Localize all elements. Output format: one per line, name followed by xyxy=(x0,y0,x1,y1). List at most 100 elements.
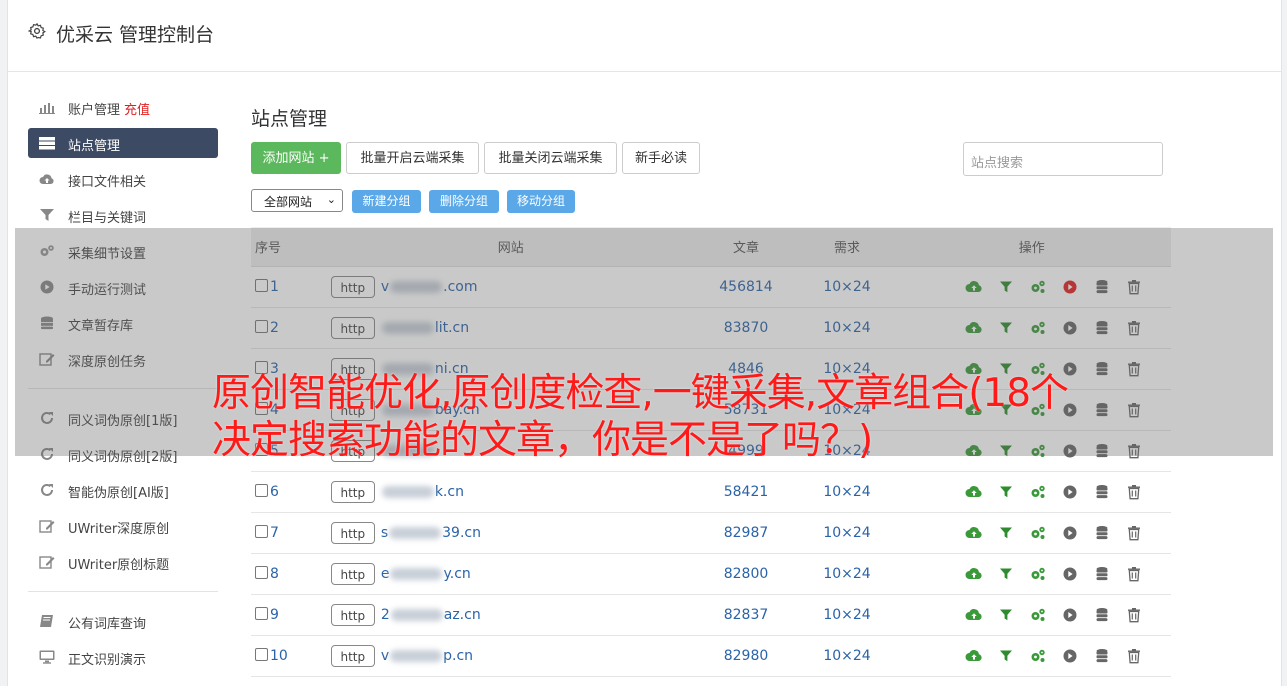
database-icon[interactable] xyxy=(1093,606,1111,624)
cogs-icon[interactable] xyxy=(1029,524,1047,542)
site-search-input[interactable]: 站点搜索 xyxy=(963,142,1163,176)
demand-value[interactable]: 10×24 xyxy=(801,471,893,513)
site-cell: http 2 az.cn xyxy=(330,594,691,636)
http-badge[interactable]: http xyxy=(330,522,375,544)
row-number: 10 xyxy=(270,648,288,664)
domain-prefix: s xyxy=(380,525,389,541)
ops-cell xyxy=(892,553,1171,595)
cloud-upload-icon[interactable] xyxy=(965,647,983,665)
sidebar-item[interactable]: 智能伪原创[AI版] xyxy=(28,475,218,505)
cloud-upload-icon[interactable] xyxy=(965,565,983,583)
batch-close-cloud-button[interactable]: 批量关闭云端采集 xyxy=(484,142,617,174)
cogs-icon[interactable] xyxy=(1029,565,1047,583)
sidebar-item[interactable]: 栏目与关键词 xyxy=(28,200,218,230)
sidebar-item[interactable]: 站点管理 xyxy=(28,128,218,158)
domain-prefix: e xyxy=(380,566,390,582)
trash-icon[interactable] xyxy=(1125,606,1143,624)
article-count[interactable]: 82987 xyxy=(690,512,802,554)
sidebar-item[interactable]: UWriter深度原创 xyxy=(28,511,218,541)
new-group-button[interactable]: 新建分组 xyxy=(352,190,421,213)
trash-icon[interactable] xyxy=(1125,647,1143,665)
filter-icon[interactable] xyxy=(997,647,1015,665)
row-number-cell: 10 xyxy=(251,635,331,677)
row-checkbox[interactable] xyxy=(255,607,268,620)
database-icon[interactable] xyxy=(1093,647,1111,665)
http-badge[interactable]: http xyxy=(330,481,375,503)
sidebar-item-label: UWriter深度原创 xyxy=(68,522,170,537)
newbie-guide-button[interactable]: 新手必读 xyxy=(622,142,700,174)
database-icon[interactable] xyxy=(1093,565,1111,583)
article-count[interactable]: 82800 xyxy=(690,553,802,595)
cloud-upload-icon[interactable] xyxy=(965,524,983,542)
database-icon[interactable] xyxy=(1093,524,1111,542)
table-row: 10 http v p.cn 82980 10×24 xyxy=(251,635,1171,677)
sidebar-item[interactable]: 账户管理 充值 xyxy=(28,92,218,122)
sidebar-item[interactable]: UWriter原创标题 xyxy=(28,547,218,577)
filter-icon[interactable] xyxy=(997,565,1015,583)
chevron-down-icon: ⌄ xyxy=(326,193,336,206)
play-icon[interactable] xyxy=(1061,524,1079,542)
demand-value[interactable]: 10×24 xyxy=(801,553,893,595)
sidebar-item[interactable]: 正文识别演示 xyxy=(28,642,218,672)
sidebar-item[interactable]: 接口文件相关 xyxy=(28,164,218,194)
add-site-button[interactable]: 添加网站 + xyxy=(251,142,341,174)
redacted-blur xyxy=(390,650,443,662)
play-icon[interactable] xyxy=(1061,647,1079,665)
cogs-icon[interactable] xyxy=(1029,483,1047,501)
http-badge[interactable]: http xyxy=(330,563,375,585)
cloud-upload-icon[interactable] xyxy=(965,483,983,501)
row-checkbox[interactable] xyxy=(255,648,268,661)
site-cell: http e y.cn xyxy=(330,553,691,595)
demand-value[interactable]: 10×24 xyxy=(801,512,893,554)
header: 优采云 管理控制台 xyxy=(8,0,1281,72)
page-title: 站点管理 xyxy=(251,108,328,130)
batch-open-cloud-button[interactable]: 批量开启云端采集 xyxy=(346,142,479,174)
site-domain-link[interactable]: 2 az.cn xyxy=(381,607,481,623)
sidebar-item-label: 正文识别演示 xyxy=(68,653,147,668)
article-count[interactable]: 82837 xyxy=(690,594,802,636)
site-cell: http k.cn xyxy=(330,471,691,513)
article-count[interactable]: 58421 xyxy=(690,471,802,513)
filter-icon[interactable] xyxy=(997,524,1015,542)
trash-icon[interactable] xyxy=(1125,524,1143,542)
group-select[interactable]: 全部网站 ⌄ xyxy=(251,189,343,212)
cogs-icon[interactable] xyxy=(1029,647,1047,665)
filter-icon[interactable] xyxy=(997,483,1015,501)
database-icon[interactable] xyxy=(1093,483,1111,501)
row-number: 6 xyxy=(270,484,279,500)
refresh-icon xyxy=(39,483,55,497)
ops-cell xyxy=(892,471,1171,513)
bar-chart-icon xyxy=(39,100,55,114)
article-count[interactable]: 82980 xyxy=(690,635,802,677)
cloud-upload-icon[interactable] xyxy=(965,606,983,624)
recharge-link[interactable]: 充值 xyxy=(124,103,150,118)
demand-value[interactable]: 10×24 xyxy=(801,635,893,677)
trash-icon[interactable] xyxy=(1125,483,1143,501)
site-domain-link[interactable]: e y.cn xyxy=(381,566,471,582)
play-icon[interactable] xyxy=(1061,606,1079,624)
sidebar-item-label: 接口文件相关 xyxy=(68,175,147,190)
site-domain-link[interactable]: v p.cn xyxy=(381,648,473,664)
site-domain-link[interactable]: s 39.cn xyxy=(381,525,481,541)
site-cell: http v p.cn xyxy=(330,635,691,677)
edit-icon xyxy=(39,555,55,569)
site-domain-link[interactable]: k.cn xyxy=(381,484,464,500)
delete-group-button[interactable]: 删除分组 xyxy=(429,190,499,213)
cogs-icon[interactable] xyxy=(1029,606,1047,624)
http-badge[interactable]: http xyxy=(330,604,375,626)
play-icon[interactable] xyxy=(1061,565,1079,583)
move-group-button[interactable]: 移动分组 xyxy=(507,190,575,213)
row-checkbox[interactable] xyxy=(255,566,268,579)
demand-value[interactable]: 10×24 xyxy=(801,594,893,636)
row-number: 7 xyxy=(270,525,279,541)
trash-icon[interactable] xyxy=(1125,565,1143,583)
row-checkbox[interactable] xyxy=(255,525,268,538)
filter-icon[interactable] xyxy=(997,606,1015,624)
play-icon[interactable] xyxy=(1061,483,1079,501)
http-badge[interactable]: http xyxy=(330,645,375,667)
cloud-upload-icon xyxy=(39,172,55,186)
row-checkbox[interactable] xyxy=(255,484,268,497)
sidebar-item[interactable]: 公有词库查询 xyxy=(28,606,218,636)
filter-icon xyxy=(39,208,55,222)
sidebar-divider xyxy=(28,591,218,592)
